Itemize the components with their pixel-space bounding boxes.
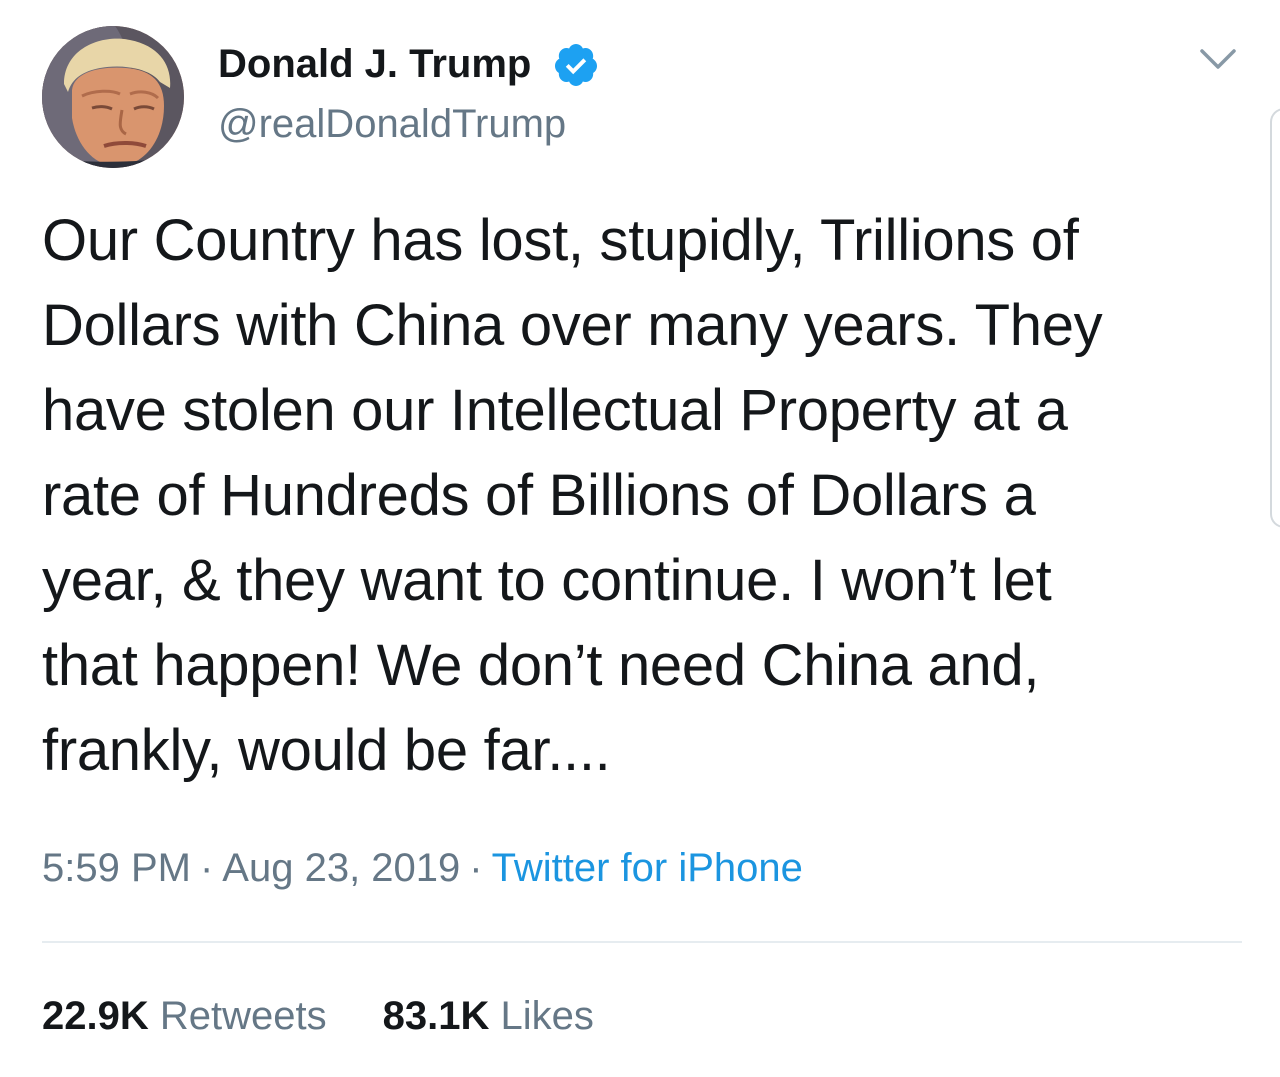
author-display-name[interactable]: Donald J. Trump <box>218 40 531 88</box>
tweet-text: Our Country has lost, stupidly, Trillion… <box>42 208 1103 783</box>
retweets-count: 22.9K <box>42 994 149 1038</box>
tweet-date[interactable]: Aug 23, 2019 <box>222 846 460 890</box>
chevron-down-icon[interactable] <box>1196 44 1240 74</box>
divider <box>42 941 1242 943</box>
retweets-stat[interactable]: 22.9K Retweets <box>42 994 327 1038</box>
tweet-source-link[interactable]: Twitter for iPhone <box>492 846 803 890</box>
likes-label: Likes <box>500 994 594 1038</box>
author-handle[interactable]: @realDonaldTrump <box>218 100 566 148</box>
profile-photo <box>42 26 184 168</box>
scrollbar[interactable] <box>1270 108 1280 528</box>
likes-stat[interactable]: 83.1K Likes <box>383 994 594 1038</box>
likes-count: 83.1K <box>382 994 490 1038</box>
tweet-meta: 5:59 PM · Aug 23, 2019 · Twitter for iPhone <box>42 844 803 892</box>
tweet-time[interactable]: 5:59 PM <box>42 846 191 890</box>
retweets-label: Retweets <box>159 994 327 1038</box>
meta-separator: · <box>199 846 214 890</box>
meta-separator: · <box>469 846 483 890</box>
verified-badge-icon <box>554 44 597 86</box>
tweet-stats: 22.9K Retweets 83.1K Likes <box>42 992 594 1040</box>
tweet-card: Donald J. Trump @realDonaldTrump Our Cou… <box>0 0 1280 1077</box>
avatar[interactable] <box>42 26 184 168</box>
